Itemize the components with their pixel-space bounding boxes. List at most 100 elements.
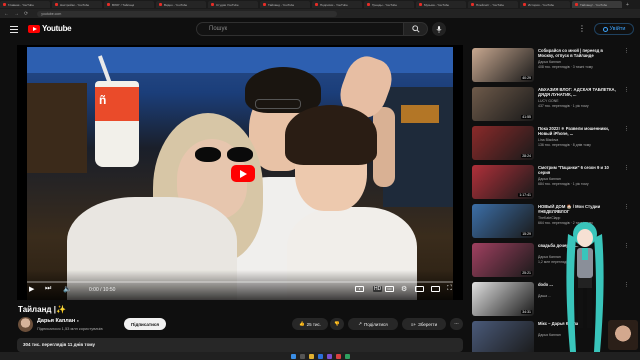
tab-label: Студия YouTube <box>216 2 239 7</box>
volume-icon[interactable]: 🔈 <box>63 285 72 293</box>
video-player[interactable]: ñ ▶ ⏭ 🔈 0:00 / 10:50 ⏵ HD CC ⚙ ⛶ <box>17 45 463 300</box>
start-icon[interactable] <box>290 353 296 359</box>
theater-icon[interactable] <box>431 286 440 292</box>
tab-label: Тайланд - YouTube <box>268 2 295 7</box>
description-box[interactable]: 304 тис. переглядів 11 днів тому <box>17 338 463 352</box>
cc-icon[interactable]: CC <box>385 286 394 292</box>
related-video-item[interactable]: 1:17:41 Смотрим "Пацанки" 6 сезон 9 и 10 … <box>472 165 632 199</box>
video-thumbnail[interactable]: 40:29 <box>472 48 534 82</box>
more-icon[interactable]: ⋮ <box>624 165 629 171</box>
new-tab-icon[interactable]: + <box>626 2 629 8</box>
video-thumbnail[interactable]: 15:29 <box>472 204 534 238</box>
more-actions-button[interactable]: ⋯ <box>450 318 463 330</box>
related-video-item[interactable]: 34:31 dodo ... Даша ... ⋮ <box>472 282 632 316</box>
app-icon-2[interactable] <box>335 353 341 359</box>
menu-icon[interactable] <box>10 26 18 33</box>
scene-window-left <box>27 83 87 173</box>
related-video-channel: Lina Bladova <box>538 138 559 142</box>
tab-favicon-icon <box>575 3 578 6</box>
like-button[interactable]: 👍 25 тис. <box>292 318 328 330</box>
related-video-title[interactable]: АБХАЗИЯ ВЛОГ: АДСКАЯ ТАБЛЕТКА, ДЯДЯ ЛУНА… <box>538 87 620 97</box>
play-pause-icon[interactable]: ▶ <box>29 285 34 293</box>
more-icon[interactable]: ⋮ <box>624 204 629 210</box>
subscribe-button[interactable]: Підписатися <box>124 318 166 330</box>
share-button[interactable]: ↗ Поділитися <box>348 318 398 330</box>
related-video-title[interactable]: Смотрим "Пацанки" 6 сезон 9 и 10 серия <box>538 165 620 175</box>
related-video-item[interactable]: 41:55 АБХАЗИЯ ВЛОГ: АДСКАЯ ТАБЛЕТКА, ДЯДЯ… <box>472 87 632 121</box>
voice-search-button[interactable] <box>432 22 446 36</box>
related-video-title[interactable]: НОВЫЙ ДОМ 🏠 / Мои Студии #НЕДЕЛЯВЛОГ <box>538 204 620 214</box>
related-video-title[interactable]: Пока 2022! ❄ Развели мошенники, Новый iP… <box>538 126 620 136</box>
related-video-channel: Дарья Каплан <box>538 60 561 64</box>
back-icon[interactable]: ← <box>4 11 9 17</box>
browser-tab[interactable]: История - YouTube <box>520 1 570 8</box>
taskbar-search-icon[interactable] <box>299 353 305 359</box>
tab-favicon-icon <box>211 3 214 6</box>
save-label: Зберегти <box>418 321 438 327</box>
more-icon[interactable]: ⋮ <box>578 24 586 33</box>
os-taskbar <box>0 352 640 360</box>
signin-button[interactable]: Увійти <box>594 23 634 35</box>
video-thumbnail[interactable]: 25:21 <box>472 243 534 277</box>
browser-tab[interactable]: Студия YouTube <box>208 1 258 8</box>
progress-bar[interactable] <box>27 281 453 283</box>
fullscreen-icon[interactable]: ⛶ <box>447 285 452 293</box>
dislike-button[interactable]: 👎 <box>330 318 344 330</box>
browser-tab[interactable]: Тренды - YouTube <box>364 1 414 8</box>
settings-icon[interactable]: ⚙ <box>401 285 407 293</box>
more-icon[interactable]: ⋮ <box>624 126 629 132</box>
drink-cup-logo: ñ <box>99 93 107 107</box>
browser-tab[interactable]: Видео - YouTube <box>156 1 206 8</box>
related-video-item[interactable]: 15:29 НОВЫЙ ДОМ 🏠 / Мои Студии #НЕДЕЛЯВЛО… <box>472 204 632 238</box>
app-icon-3[interactable] <box>344 353 350 359</box>
related-video-item[interactable]: 25:21 свадьба дочерей ... Дарья Каплан 1,2 … <box>472 243 632 277</box>
mic-icon <box>436 25 442 33</box>
url-input[interactable]: youtube.com <box>37 10 338 17</box>
search-input[interactable]: Пошук <box>196 22 404 36</box>
video-thumbnail[interactable]: 34:31 <box>472 282 534 316</box>
save-button[interactable]: ≡+ Зберегти <box>402 318 446 330</box>
youtube-play-logo-icon <box>28 24 40 33</box>
youtube-header: Youtube Пошук ⋮ Увійти <box>0 18 640 42</box>
browser-tab[interactable]: Плейлист - YouTube <box>468 1 518 8</box>
browser-tab[interactable]: Подписки - YouTube <box>312 1 362 8</box>
tab-favicon-icon <box>471 3 474 6</box>
tab-label: Видео - YouTube <box>164 2 188 7</box>
browser-tab[interactable]: Главная - YouTube <box>0 1 50 8</box>
next-icon[interactable]: ⏭ <box>45 285 51 293</box>
more-icon[interactable]: ⋮ <box>624 243 629 249</box>
related-video-title[interactable]: Собирайся со мной | переезд в Москву, от… <box>538 48 620 58</box>
play-icon[interactable] <box>231 165 255 182</box>
more-icon: ⋯ <box>454 321 459 326</box>
browser-tab[interactable]: Тайланд! - YouTube <box>572 1 622 8</box>
miniplayer-icon[interactable] <box>415 286 424 292</box>
video-thumbnail[interactable]: 41:55 <box>472 87 534 121</box>
more-icon[interactable]: ⋮ <box>624 282 629 288</box>
user-icon <box>602 26 608 32</box>
channel-name[interactable]: Дарья Каплан ● <box>37 318 79 324</box>
browser-tab[interactable]: Тайланд - YouTube <box>260 1 310 8</box>
browser-tab[interactable]: Настройки - YouTube <box>52 1 102 8</box>
related-video-item[interactable]: 28:24 Пока 2022! ❄ Развели мошенники, Нов… <box>472 126 632 160</box>
related-video-item[interactable]: 40:29 Собирайся со мной | переезд в Москв… <box>472 48 632 82</box>
forward-icon[interactable]: → <box>14 11 19 17</box>
video-thumbnail[interactable] <box>472 321 534 355</box>
more-icon[interactable]: ⋮ <box>624 48 629 54</box>
youtube-logo[interactable]: Youtube <box>28 24 72 33</box>
autoplay-icon[interactable]: ⏵ <box>355 286 364 292</box>
browser-tab[interactable]: Музыка - YouTube <box>416 1 466 8</box>
video-thumbnail[interactable]: 28:24 <box>472 126 534 160</box>
browser-icon[interactable] <box>317 353 323 359</box>
app-icon[interactable] <box>326 353 332 359</box>
file-explorer-icon[interactable] <box>308 353 314 359</box>
browser-tab[interactable]: ВЛОГ / Тайланд <box>104 1 154 8</box>
related-video-meta: 136 тис. переглядів · 8 днів тому <box>538 143 591 147</box>
avatar[interactable] <box>18 317 33 332</box>
search-button[interactable] <box>404 22 428 36</box>
person-1-sunglasses <box>195 147 257 163</box>
video-thumbnail[interactable]: 1:17:41 <box>472 165 534 199</box>
duration-badge: 1:17:41 <box>518 193 532 197</box>
more-icon[interactable]: ⋮ <box>624 87 629 93</box>
reload-icon[interactable]: ⟳ <box>24 11 28 17</box>
tab-favicon-icon <box>159 3 162 6</box>
